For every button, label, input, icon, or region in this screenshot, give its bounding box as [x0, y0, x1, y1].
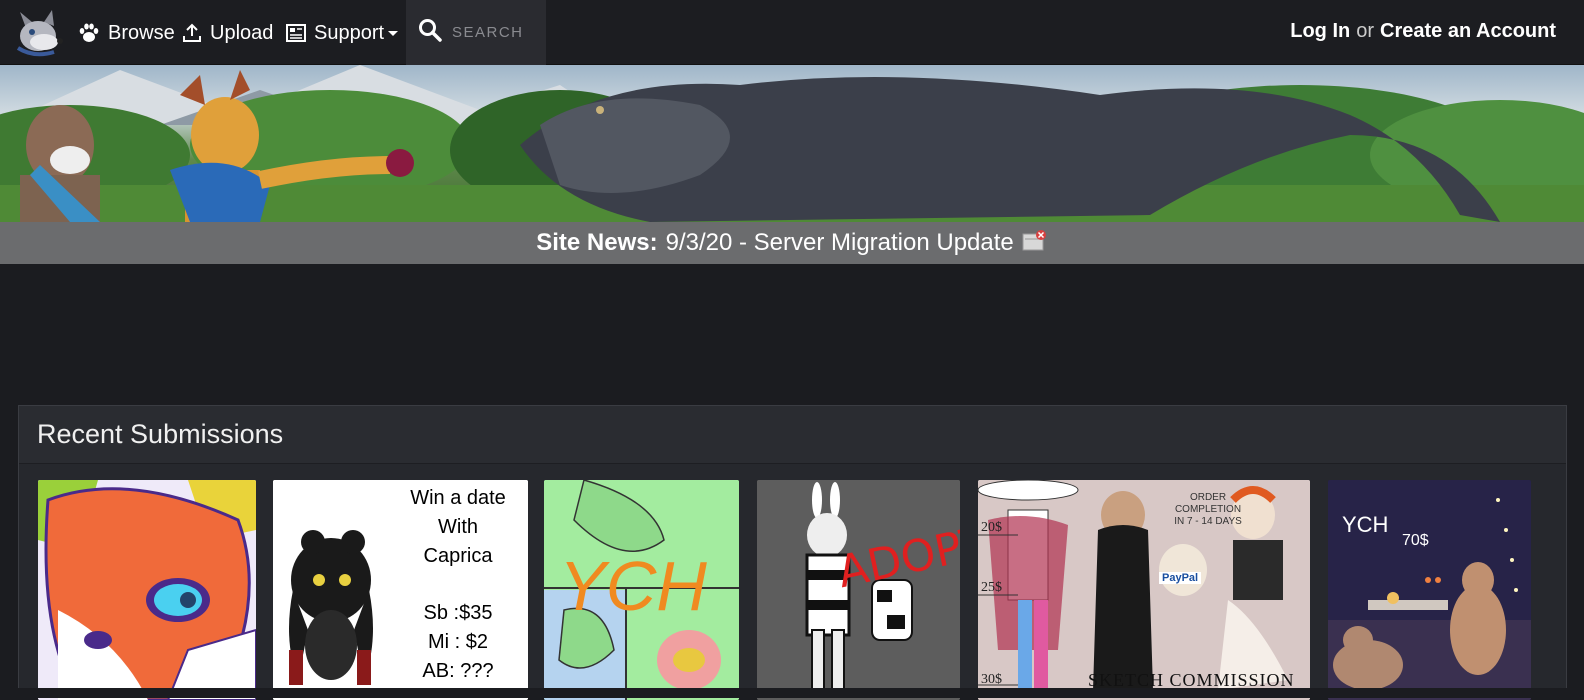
- newspaper-icon: [286, 24, 306, 42]
- price-20: 20$: [981, 520, 1002, 535]
- or-separator: or: [1356, 20, 1375, 42]
- submission-thumbnail[interactable]: YCH 70$: [1328, 480, 1531, 700]
- site-news-link[interactable]: 9/3/20 - Server Migration Update: [666, 229, 1014, 257]
- ych-price: 70$: [1402, 532, 1429, 549]
- submission-thumbnail[interactable]: Win a date With Caprica Sb :$35 Mi : $2 …: [273, 480, 528, 700]
- top-navbar: Browse Upload Support SEARCH Log In or C…: [0, 0, 1584, 65]
- thumb-text-line: Sb :$35: [423, 602, 493, 624]
- site-news-bar: Site News: 9/3/20 - Server Migration Upd…: [0, 222, 1584, 264]
- nav-support-dropdown[interactable]: Support: [286, 18, 399, 48]
- thumb-text-line: COMPLETION: [1174, 504, 1242, 515]
- fox-portrait-icon: [38, 480, 256, 700]
- thumb-text-line: Win a date: [410, 487, 506, 509]
- thumb-text-line: Caprica: [423, 545, 493, 567]
- site-banner: [0, 65, 1584, 222]
- site-logo-icon[interactable]: [14, 8, 66, 58]
- bottom-strip: [0, 688, 1584, 698]
- date-auction-text: Win a date With Caprica Sb :$35 Mi : $2 …: [393, 484, 523, 686]
- nav-browse-label: Browse: [108, 21, 175, 44]
- search-bar: [406, 0, 546, 65]
- order-completion-text: ORDER COMPLETION IN 7 - 14 DAYS: [1168, 492, 1248, 528]
- ych-label: YCH: [559, 547, 707, 625]
- nav-support-label: Support: [314, 21, 385, 44]
- submission-thumbnail[interactable]: 20$ 25$ 30$ ORDER COMPLETION IN 7 - 14 D…: [978, 480, 1310, 700]
- search-input[interactable]: [452, 24, 532, 41]
- paypal-badge: PayPal: [1159, 572, 1202, 584]
- ych-label: YCH: [1342, 512, 1389, 537]
- dismiss-news-icon[interactable]: [1022, 229, 1048, 258]
- search-icon[interactable]: [418, 18, 442, 47]
- site-news-label: Site News:: [536, 229, 658, 256]
- banner-artwork: [0, 65, 1584, 222]
- recent-submissions-panel: Recent Submissions Win a date With Capri…: [18, 405, 1567, 700]
- thumb-text-line: IN 7 - 14 DAYS: [1174, 516, 1242, 527]
- thumb-text-line: With: [438, 516, 478, 538]
- nav-browse[interactable]: Browse: [78, 18, 175, 48]
- thumb-text-line: ORDER: [1189, 492, 1227, 503]
- submission-thumbnail[interactable]: ADOPT: [757, 480, 960, 700]
- upload-icon: [182, 23, 202, 43]
- login-link[interactable]: Log In: [1290, 20, 1350, 43]
- create-account-link[interactable]: Create an Account: [1380, 20, 1556, 43]
- price-25: 25$: [981, 580, 1002, 595]
- ych-dragon-icon: YCH: [544, 480, 739, 700]
- nav-upload-label: Upload: [210, 21, 274, 44]
- submission-thumbnail[interactable]: [38, 480, 256, 700]
- submission-thumbnail[interactable]: YCH: [544, 480, 739, 700]
- recent-submissions-title: Recent Submissions: [19, 406, 1566, 464]
- sketch-commission-icon: [978, 480, 1310, 700]
- chevron-down-icon: [388, 30, 399, 36]
- nav-upload[interactable]: Upload: [182, 18, 273, 48]
- price-30: 30$: [981, 672, 1002, 687]
- thumb-text-line: Mi : $2: [427, 631, 489, 653]
- paw-icon: [78, 22, 100, 44]
- auth-links: Log In or Create an Account: [1290, 20, 1556, 43]
- thumb-text-line: AB: ???: [422, 660, 494, 682]
